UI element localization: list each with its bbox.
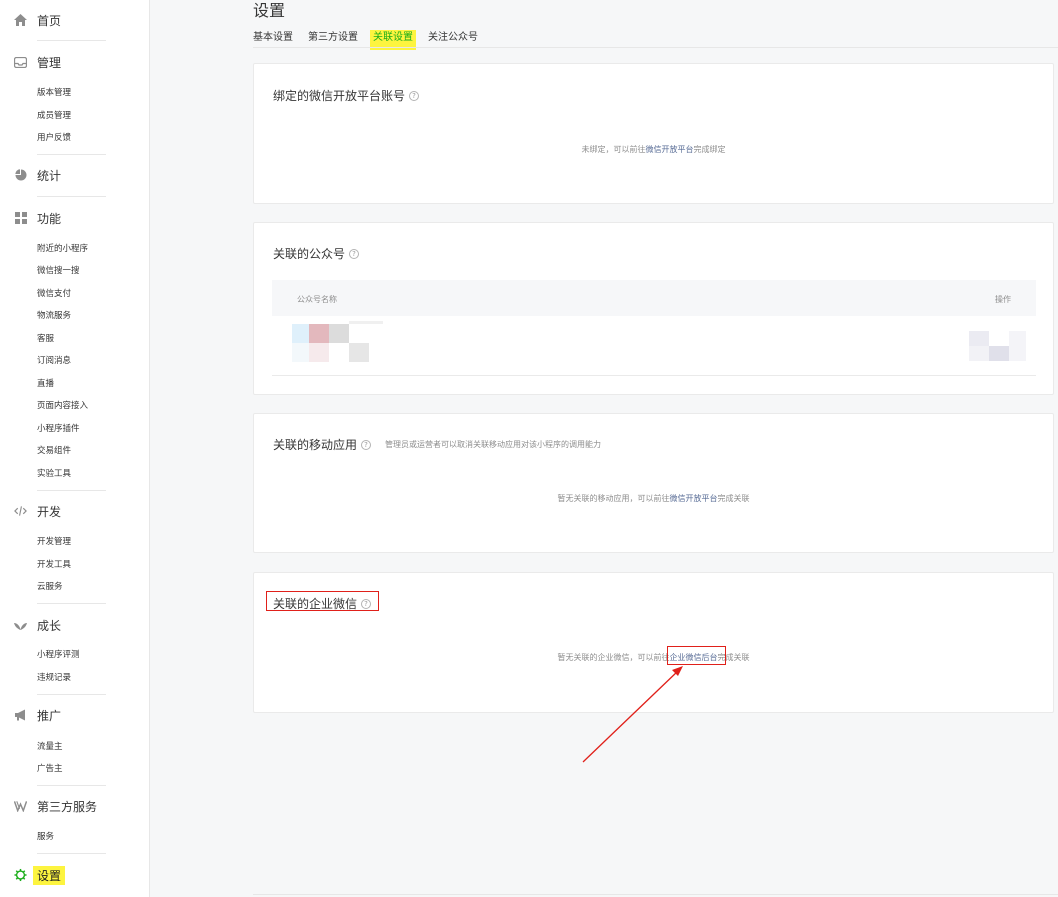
sidebar-item-members[interactable]: 成员管理 <box>37 111 71 121</box>
divider <box>37 785 106 786</box>
sidebar-item-advertiser[interactable]: 广告主 <box>37 764 63 774</box>
open-platform-title: 绑定的微信开放平台账号 ? <box>273 87 420 104</box>
official-accounts-title: 关联的公众号 ? <box>273 245 360 262</box>
column-account-name: 公众号名称 <box>297 295 337 304</box>
sidebar-item-violations[interactable]: 违规记录 <box>37 673 71 683</box>
pie-chart-icon <box>14 169 27 182</box>
nav-settings-label: 设置 <box>33 865 66 885</box>
sidebar-item-nearby[interactable]: 附近的小程序 <box>37 244 88 254</box>
nav-home-label: 首页 <box>37 13 62 28</box>
table-header: 公众号名称 操作 <box>272 280 1036 316</box>
mobile-apps-title-text: 关联的移动应用 <box>273 438 358 452</box>
sidebar: 首页 管理 版本管理 成员管理 用户反馈 统计 功能 附近的小程序 微信搜一搜 … <box>0 0 150 897</box>
help-icon[interactable]: ? <box>349 248 360 259</box>
help-icon[interactable]: ? <box>361 439 372 450</box>
grid-icon <box>14 212 27 225</box>
sidebar-item-service[interactable]: 客服 <box>37 334 54 344</box>
mobile-apps-title: 关联的移动应用 ? 管理员或运营者可以取消关联移动应用对该小程序的调用能力 <box>273 436 601 453</box>
divider <box>37 154 106 155</box>
open-platform-card: 绑定的微信开放平台账号 ? 未绑定，可以前往微信开放平台完成绑定 <box>253 63 1054 204</box>
sidebar-item-version[interactable]: 版本管理 <box>37 88 71 98</box>
nav-growth-label: 成长 <box>37 618 62 633</box>
sidebar-item-publisher[interactable]: 流量主 <box>37 742 63 752</box>
inbox-icon <box>14 56 27 69</box>
sidebar-item-services[interactable]: 服务 <box>37 832 54 842</box>
page-title: 设置 <box>253 1 286 20</box>
sidebar-item-page-content[interactable]: 页面内容接入 <box>37 401 88 411</box>
nav-stats-label: 统计 <box>37 168 62 183</box>
empty-prefix: 未绑定，可以前往 <box>581 145 646 154</box>
sidebar-item-dev-tools[interactable]: 开发工具 <box>37 560 71 570</box>
empty-prefix: 暂无关联的移动应用，可以前往 <box>557 494 670 503</box>
divider <box>37 603 106 604</box>
home-icon <box>14 14 27 27</box>
open-platform-link[interactable]: 微信开放平台 <box>646 145 694 154</box>
sprout-icon <box>14 619 27 632</box>
divider <box>253 894 1058 895</box>
table-row <box>272 316 1036 376</box>
sidebar-item-subscribe[interactable]: 订阅消息 <box>37 356 71 366</box>
open-platform-link[interactable]: 微信开放平台 <box>670 494 718 503</box>
official-accounts-title-text: 关联的公众号 <box>273 247 346 261</box>
sidebar-item-plugin[interactable]: 小程序插件 <box>37 424 80 434</box>
sidebar-item-trade[interactable]: 交易组件 <box>37 446 71 456</box>
sidebar-item-dev-manage[interactable]: 开发管理 <box>37 537 71 547</box>
sidebar-item-search[interactable]: 微信搜一搜 <box>37 266 80 276</box>
nav-promo-label: 推广 <box>37 708 62 723</box>
megaphone-icon <box>14 709 27 722</box>
official-accounts-card: 关联的公众号 ? 公众号名称 操作 <box>253 222 1054 395</box>
gear-icon <box>14 868 27 882</box>
sidebar-item-pay[interactable]: 微信支付 <box>37 289 71 299</box>
nav-manage-label: 管理 <box>37 55 62 70</box>
annotation-box-link <box>667 646 726 665</box>
sidebar-item-lab[interactable]: 实验工具 <box>37 469 71 479</box>
empty-suffix: 完成关联 <box>717 494 750 503</box>
code-icon <box>14 505 27 518</box>
sidebar-item-logistics[interactable]: 物流服务 <box>37 311 71 321</box>
mobile-apps-description: 管理员或运营者可以取消关联移动应用对该小程序的调用能力 <box>385 440 602 449</box>
empty-suffix: 完成绑定 <box>693 145 726 154</box>
mobile-apps-empty-text: 暂无关联的移动应用，可以前往微信开放平台完成关联 <box>254 493 1053 504</box>
divider <box>37 694 106 695</box>
mobile-apps-card: 关联的移动应用 ? 管理员或运营者可以取消关联移动应用对该小程序的调用能力 暂无… <box>253 413 1054 553</box>
divider <box>37 490 106 491</box>
nav-dev-label: 开发 <box>37 504 62 519</box>
empty-prefix: 暂无关联的企业微信，可以前往 <box>557 653 670 662</box>
open-platform-title-text: 绑定的微信开放平台账号 <box>273 89 406 103</box>
annotation-box-title <box>266 591 379 611</box>
column-actions: 操作 <box>995 295 1011 304</box>
sidebar-item-feedback[interactable]: 用户反馈 <box>37 133 71 143</box>
open-platform-empty-text: 未绑定，可以前往微信开放平台完成绑定 <box>254 144 1053 155</box>
work-wechat-empty-text: 暂无关联的企业微信，可以前往企业微信后台完成关联 <box>254 652 1053 663</box>
divider <box>37 40 106 41</box>
help-icon[interactable]: ? <box>409 90 420 101</box>
divider <box>37 196 106 197</box>
sidebar-item-cloud[interactable]: 云服务 <box>37 582 63 592</box>
sidebar-item-live[interactable]: 直播 <box>37 379 54 389</box>
third-party-icon <box>14 800 27 813</box>
nav-thirdparty-label: 第三方服务 <box>37 799 98 814</box>
nav-features-label: 功能 <box>37 211 62 226</box>
sidebar-item-review[interactable]: 小程序评测 <box>37 650 80 660</box>
divider <box>253 47 1058 48</box>
divider <box>37 853 106 854</box>
